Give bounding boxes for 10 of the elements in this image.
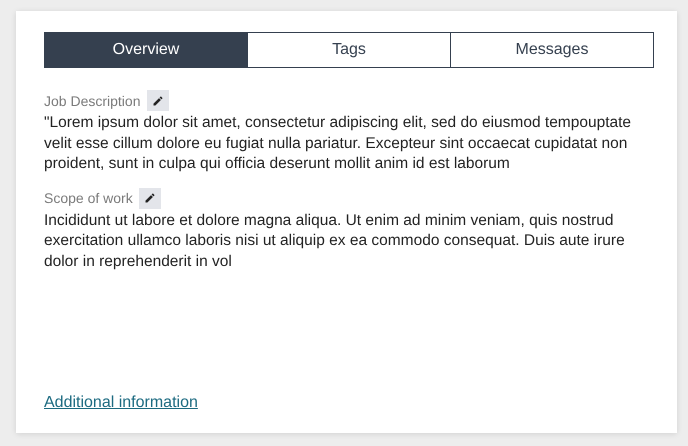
edit-button[interactable] (146, 90, 168, 111)
field-label: Job Description (44, 92, 140, 108)
tab[interactable]: Overview (45, 33, 247, 67)
additional-information-link[interactable]: Additional information (44, 394, 198, 412)
description-text: Incididunt ut labore et dolore magna aliqua. Ut enim ad minim veniam, quis nostrud exercitation ullamco laboris nisi ut aliquip ex ea commodo consequat. Duis aute irure dolor in reprehenderit in vol (44, 210, 626, 272)
edit-button[interactable] (138, 188, 161, 208)
description-text: "Lorem ipsum dolor sit amet, consectetur adipiscing elit, sed do eiusmod tempouptate velit esse cillum dolore eu fugiat nulla pariatur. Excepteur sint occaecat cupidatat non proident, sunt in culpa qui officia deserunt mollit anim id est laborum (44, 113, 632, 174)
pencil-icon (152, 94, 164, 106)
pencil-icon (144, 192, 156, 204)
field-label: Scope of work (44, 190, 133, 206)
